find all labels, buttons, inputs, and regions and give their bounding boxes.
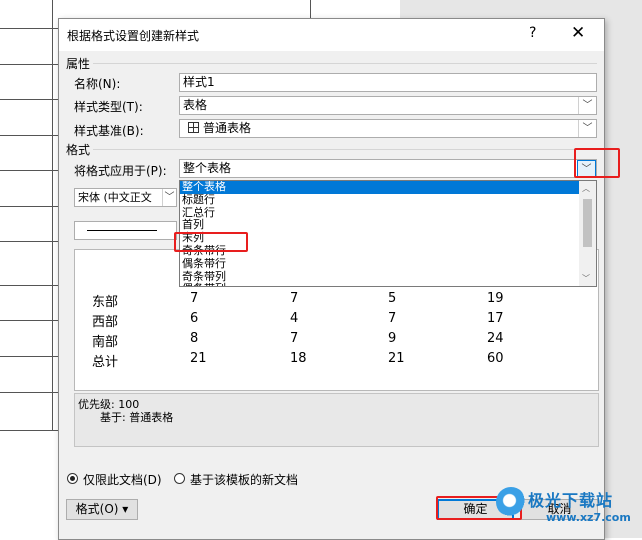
table-border	[0, 135, 60, 136]
name-label: 名称(N):	[74, 77, 121, 91]
preview-row-label: 西部	[92, 315, 119, 330]
preview-cell: 7	[388, 311, 397, 326]
table-border	[0, 64, 60, 65]
table-border	[0, 241, 60, 242]
preview-cell: 17	[487, 311, 504, 326]
table-border	[310, 0, 311, 20]
title-bar: 根据格式设置创建新样式 ? ✕	[59, 19, 604, 51]
table-border	[0, 320, 60, 321]
radio-template[interactable]	[174, 473, 185, 484]
preview-cell: 4	[290, 311, 299, 326]
table-border	[0, 99, 60, 100]
format-section-label: 格式	[66, 143, 91, 157]
font-select[interactable]: 宋体 (中文正文 ﹀	[74, 188, 177, 207]
new-style-dialog: 根据格式设置创建新样式 ? ✕ 属性 名称(N): 样式1 样式类型(T): 表…	[58, 18, 605, 540]
close-icon[interactable]: ✕	[571, 23, 585, 43]
style-based-label: 样式基准(B):	[74, 124, 144, 138]
preview-cell: 19	[487, 291, 504, 306]
table-grid-icon	[188, 122, 199, 133]
divider	[93, 149, 597, 150]
preview-cell: 18	[290, 351, 307, 366]
preview-cell: 7	[190, 291, 199, 306]
style-type-value: 表格	[183, 98, 208, 112]
preview-cell: 5	[388, 291, 397, 306]
option-highlight-box	[174, 232, 248, 252]
apply-to-select[interactable]: 整个表格 ﹀	[179, 159, 597, 178]
border-style-select[interactable]	[74, 221, 177, 240]
dialog-title: 根据格式设置创建新样式	[67, 29, 200, 43]
preview-cell: 6	[190, 311, 199, 326]
help-button[interactable]: ?	[529, 25, 536, 41]
watermark-brand: 极光下载站	[528, 491, 614, 510]
preview-cell: 21	[388, 351, 405, 366]
table-border	[0, 28, 60, 29]
preview-cell: 60	[487, 351, 504, 366]
table-border	[0, 206, 60, 207]
dropdown-option[interactable]: 偶条带行	[180, 257, 596, 271]
dropdown-option[interactable]: 标题行	[180, 193, 596, 207]
format-menu-button[interactable]: 格式(O) ▾	[66, 499, 138, 520]
dropdown-highlight-box	[574, 148, 620, 178]
watermark: 极光下载站 www.xz7.com	[496, 485, 642, 538]
based-on-text: 基于: 普通表格	[100, 411, 174, 424]
dropdown-option[interactable]: 偶条带列	[180, 283, 596, 286]
preview-row-label: 总计	[92, 355, 119, 370]
radio-doc-only[interactable]	[67, 473, 78, 484]
radio-doc-only-label[interactable]: 仅限此文档(D)	[83, 471, 162, 488]
name-input[interactable]: 样式1	[179, 73, 597, 92]
scroll-up-icon[interactable]: ︿	[582, 183, 590, 194]
table-border	[0, 392, 60, 393]
style-type-select[interactable]: 表格 ﹀	[179, 96, 597, 115]
preview-cell: 7	[290, 331, 299, 346]
table-border	[0, 356, 60, 357]
table-border	[0, 285, 60, 286]
style-based-select[interactable]: 普通表格 ﹀	[179, 119, 597, 138]
font-value: 宋体 (中文正文	[78, 191, 152, 204]
preview-cell: 8	[190, 331, 199, 346]
properties-section-label: 属性	[66, 57, 91, 71]
apply-to-value: 整个表格	[183, 161, 232, 175]
line-style-sample	[87, 230, 157, 231]
style-description: 优先级: 100 基于: 普通表格	[74, 393, 599, 447]
chevron-down-icon[interactable]: ﹀	[162, 189, 176, 206]
table-border	[0, 170, 60, 171]
preview-cell: 7	[290, 291, 299, 306]
preview-cell: 21	[190, 351, 207, 366]
dropdown-option[interactable]: 整个表格	[180, 181, 579, 194]
preview-row-label: 东部	[92, 295, 119, 310]
style-type-label: 样式类型(T):	[74, 100, 143, 114]
dropdown-option[interactable]: 汇总行	[180, 206, 596, 220]
radio-template-label[interactable]: 基于该模板的新文档	[190, 471, 298, 488]
chevron-down-icon[interactable]: ﹀	[578, 120, 596, 137]
dropdown-option[interactable]: 奇条带列	[180, 270, 596, 284]
style-based-value: 普通表格	[203, 121, 252, 135]
apply-to-label: 将格式应用于(P):	[74, 164, 167, 178]
dropdown-option[interactable]: 首列	[180, 219, 596, 232]
chevron-down-icon[interactable]: ﹀	[578, 97, 596, 114]
divider	[93, 63, 597, 64]
preview-cell: 24	[487, 331, 504, 346]
watermark-url: www.xz7.com	[546, 511, 631, 524]
preview-row-label: 南部	[92, 335, 119, 350]
table-border	[0, 430, 60, 431]
brand-logo-icon	[496, 487, 526, 517]
preview-cell: 9	[388, 331, 397, 346]
